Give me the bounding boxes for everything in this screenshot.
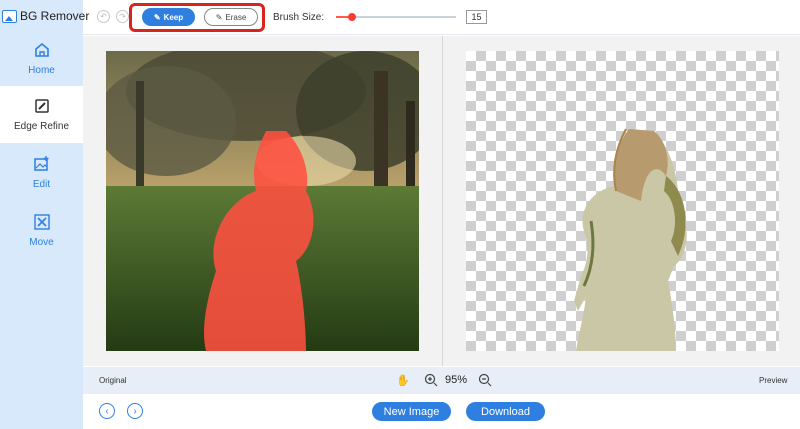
app-title: BG Remover — [0, 6, 100, 26]
footer: ‹ › New Image Download — [83, 394, 800, 429]
main-panel: ↶ ↷ ✎ Keep ✎ Erase Brush Size: 15 Origin… — [83, 0, 800, 429]
download-button[interactable]: Download — [466, 402, 545, 421]
original-label: Original — [99, 376, 127, 385]
sidebar-item-home[interactable]: Home — [0, 30, 83, 87]
move-icon — [33, 214, 50, 230]
prev-button[interactable]: ‹ — [99, 403, 115, 419]
erase-label: Erase — [225, 12, 247, 22]
brush-icon — [34, 99, 49, 113]
toolbar: ↶ ↷ ✎ Keep ✎ Erase Brush Size: 15 — [83, 0, 800, 35]
canvas-controls: Original ✋ 95% Preview — [83, 367, 800, 394]
sidebar-item-edge-refine[interactable]: Edge Refine — [0, 86, 83, 143]
redo-icon: ↷ — [119, 12, 126, 21]
brush-size-label: Brush Size: — [273, 12, 325, 23]
sidebar-item-edit[interactable]: Edit — [0, 144, 83, 201]
original-image[interactable] — [106, 51, 419, 351]
preview-label: Preview — [759, 376, 788, 385]
preview-cutout-art — [574, 128, 687, 351]
canvas-area — [83, 36, 800, 366]
canvas-divider — [442, 36, 443, 366]
brush-size-input[interactable]: 15 — [466, 10, 487, 24]
image-edit-icon — [33, 156, 48, 171]
new-image-button[interactable]: New Image — [372, 402, 451, 421]
app-logo-icon — [2, 9, 17, 23]
preview-image[interactable] — [466, 51, 779, 351]
brush-size-slider[interactable] — [336, 13, 456, 21]
zoom-out-icon[interactable] — [478, 373, 492, 387]
keep-button[interactable]: ✎ Keep — [142, 8, 195, 26]
app-title-text: BG Remover — [20, 9, 90, 23]
redo-button[interactable]: ↷ — [116, 10, 129, 23]
sidebar-item-move[interactable]: Move — [0, 202, 83, 259]
home-icon — [34, 42, 49, 57]
sidebar-item-label: Edit — [32, 179, 51, 190]
keep-label: Keep — [163, 12, 184, 22]
hand-icon[interactable]: ✋ — [396, 374, 410, 387]
original-photo-art — [106, 51, 419, 351]
sidebar: BG Remover Home Edge Refine Edit Move — [0, 0, 89, 429]
erase-button[interactable]: ✎ Erase — [204, 8, 258, 26]
slider-thumb[interactable] — [347, 13, 356, 21]
chevron-right-icon: › — [133, 405, 137, 417]
zoom-level: 95% — [445, 374, 468, 386]
undo-icon: ↶ — [100, 12, 107, 21]
sidebar-item-label: Move — [29, 237, 54, 248]
next-button[interactable]: › — [127, 403, 143, 419]
chevron-left-icon: ‹ — [105, 405, 109, 417]
sidebar-item-label: Home — [28, 65, 55, 76]
keep-brush-icon: ✎ — [153, 12, 161, 22]
zoom-in-icon[interactable] — [424, 373, 438, 387]
erase-brush-icon: ✎ — [215, 12, 223, 22]
sidebar-item-label: Edge Refine — [13, 121, 70, 132]
